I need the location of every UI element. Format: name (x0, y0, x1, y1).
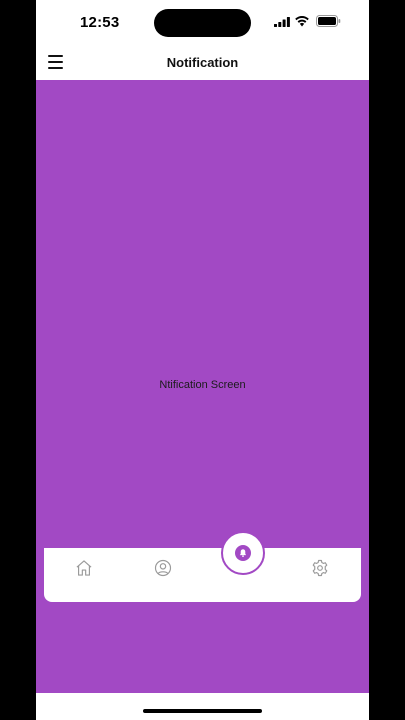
home-indicator-area (36, 693, 369, 720)
status-bar: 12:53 (36, 0, 369, 45)
app-header: Notification (36, 45, 369, 80)
tab-home[interactable] (74, 558, 94, 578)
home-icon (76, 560, 92, 576)
status-time: 12:53 (80, 14, 120, 31)
battery-icon (316, 15, 341, 27)
bell-icon (239, 549, 247, 557)
screen-label: Ntification Screen (159, 379, 246, 391)
bottom-tab-bar (44, 548, 361, 602)
dynamic-island (154, 9, 251, 37)
wifi-icon (295, 15, 309, 27)
home-indicator[interactable] (143, 709, 262, 713)
tab-settings[interactable] (310, 558, 330, 578)
gear-icon (312, 559, 328, 577)
cellular-signal-icon (274, 17, 290, 27)
tab-profile[interactable] (153, 558, 173, 578)
user-circle-icon (154, 559, 172, 577)
phone-screen: 12:53 Notification Ntification Screen (36, 0, 369, 720)
notification-tab-circle (235, 545, 251, 561)
page-title: Notification (166, 55, 239, 70)
tab-notification[interactable] (221, 531, 265, 575)
